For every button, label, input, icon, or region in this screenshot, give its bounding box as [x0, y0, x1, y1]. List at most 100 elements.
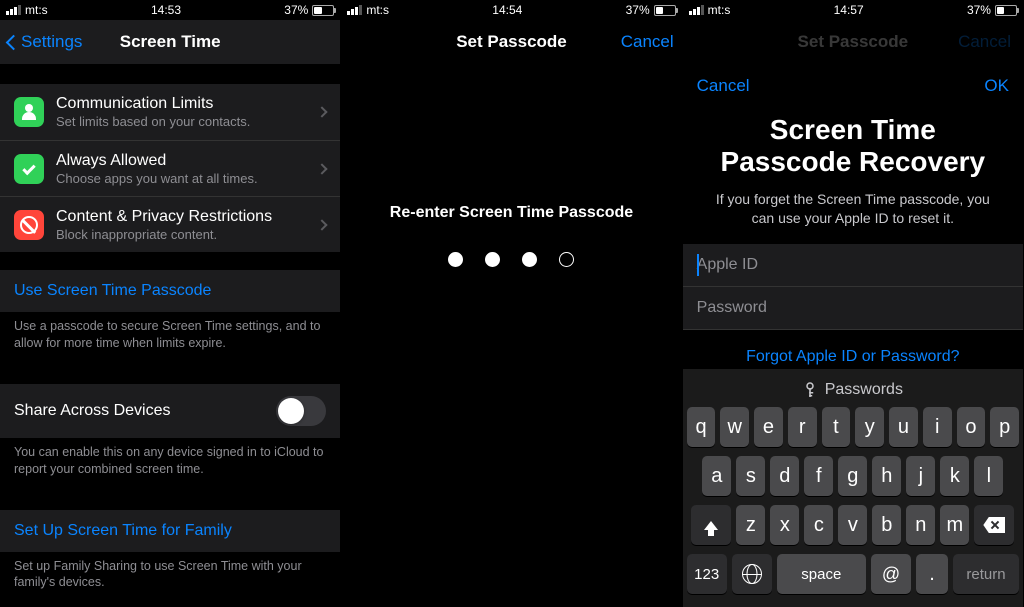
- key-d[interactable]: d: [770, 456, 799, 496]
- settings-list: Communication Limits Set limits based on…: [0, 84, 340, 607]
- share-across-devices-row[interactable]: Share Across Devices: [0, 384, 340, 438]
- recovery-desc: If you forget the Screen Time passcode, …: [683, 180, 1023, 244]
- footer-text: Use a passcode to secure Screen Time set…: [0, 312, 340, 366]
- nosign-icon: [14, 210, 44, 240]
- nav-bar: Settings Screen Time: [0, 20, 340, 64]
- row-communication-limits[interactable]: Communication Limits Set limits based on…: [0, 84, 340, 140]
- passcode-prompt: Re-enter Screen Time Passcode: [341, 204, 681, 222]
- key-p[interactable]: p: [990, 407, 1019, 447]
- row-title: Always Allowed: [56, 152, 306, 170]
- space-key[interactable]: space: [777, 554, 866, 594]
- key-m[interactable]: m: [940, 505, 969, 545]
- key-k[interactable]: k: [940, 456, 969, 496]
- key-w[interactable]: w: [720, 407, 749, 447]
- key-f[interactable]: f: [804, 456, 833, 496]
- recovery-title: Screen TimePasscode Recovery: [683, 108, 1023, 180]
- ok-button[interactable]: OK: [984, 76, 1009, 96]
- status-bar: mt:s 14:54 37%: [341, 0, 681, 20]
- clock: 14:53: [151, 3, 181, 17]
- back-button[interactable]: Settings: [8, 32, 82, 52]
- period-key[interactable]: .: [916, 554, 948, 594]
- shift-icon: [704, 521, 718, 530]
- passcode-dots: [341, 252, 681, 267]
- key-e[interactable]: e: [754, 407, 783, 447]
- carrier: mt:s: [25, 3, 48, 17]
- row-title: Content & Privacy Restrictions: [56, 208, 306, 226]
- person-icon: [14, 97, 44, 127]
- row-always-allowed[interactable]: Always Allowed Choose apps you want at a…: [0, 140, 340, 196]
- key-l[interactable]: l: [974, 456, 1003, 496]
- key-o[interactable]: o: [957, 407, 986, 447]
- key-x[interactable]: x: [770, 505, 799, 545]
- toggle-share[interactable]: [276, 396, 326, 426]
- key-r[interactable]: r: [788, 407, 817, 447]
- passcode-recovery-screen: mt:s 14:57 37% Set Passcode Cancel Cance…: [683, 0, 1024, 607]
- battery-pct: 37%: [626, 3, 650, 17]
- set-passcode-screen: mt:s 14:54 37% Set Passcode Cancel Re-en…: [341, 0, 682, 607]
- sheet-nav: Cancel OK: [683, 64, 1023, 108]
- signal-icon: [689, 5, 704, 15]
- key-b[interactable]: b: [872, 505, 901, 545]
- footer-text: You can enable this on any device signed…: [0, 438, 340, 492]
- key-h[interactable]: h: [872, 456, 901, 496]
- setup-family-button[interactable]: Set Up Screen Time for Family: [0, 510, 340, 552]
- placeholder: Password: [697, 299, 767, 316]
- keyboard: Passwords qwertyuiop asdfghjkl zxcvbnm 1…: [683, 369, 1023, 607]
- back-label: Settings: [21, 32, 82, 52]
- at-key[interactable]: @: [871, 554, 911, 594]
- screen-time-settings: mt:s 14:53 37% Settings Screen Time Comm…: [0, 0, 341, 607]
- placeholder: Apple ID: [697, 256, 758, 273]
- globe-key[interactable]: [732, 554, 772, 594]
- nav-bar: Set Passcode Cancel: [341, 20, 681, 64]
- password-field[interactable]: Password: [683, 287, 1023, 330]
- signal-icon: [6, 5, 21, 15]
- key-c[interactable]: c: [804, 505, 833, 545]
- backspace-key[interactable]: [974, 505, 1014, 545]
- row-subtitle: Set limits based on your contacts.: [56, 114, 306, 129]
- passcode-dot: [448, 252, 463, 267]
- key-icon: [803, 382, 817, 398]
- status-bar: mt:s 14:53 37%: [0, 0, 340, 20]
- backspace-icon: [983, 517, 1005, 533]
- use-passcode-button[interactable]: Use Screen Time Passcode: [0, 270, 340, 312]
- key-z[interactable]: z: [736, 505, 765, 545]
- key-u[interactable]: u: [889, 407, 918, 447]
- text-caret: [697, 254, 699, 276]
- link-label: Set Up Screen Time for Family: [14, 522, 232, 540]
- cancel-button[interactable]: Cancel: [697, 76, 750, 96]
- passcode-dot: [559, 252, 574, 267]
- battery-pct: 37%: [967, 3, 991, 17]
- passcode-dot: [485, 252, 500, 267]
- link-label: Use Screen Time Passcode: [14, 282, 211, 300]
- key-j[interactable]: j: [906, 456, 935, 496]
- row-subtitle: Choose apps you want at all times.: [56, 171, 306, 186]
- key-i[interactable]: i: [923, 407, 952, 447]
- battery-icon: [995, 5, 1017, 16]
- key-n[interactable]: n: [906, 505, 935, 545]
- background-nav: Set Passcode Cancel: [683, 20, 1023, 64]
- return-key[interactable]: return: [953, 554, 1019, 594]
- key-g[interactable]: g: [838, 456, 867, 496]
- key-t[interactable]: t: [822, 407, 851, 447]
- shift-key[interactable]: [691, 505, 731, 545]
- key-v[interactable]: v: [838, 505, 867, 545]
- battery-icon: [654, 5, 676, 16]
- forgot-link[interactable]: Forgot Apple ID or Password?: [683, 330, 1023, 372]
- autofill-label: Passwords: [825, 381, 903, 399]
- key-y[interactable]: y: [855, 407, 884, 447]
- key-s[interactable]: s: [736, 456, 765, 496]
- numbers-key[interactable]: 123: [687, 554, 727, 594]
- passcode-entry: Re-enter Screen Time Passcode: [341, 64, 681, 267]
- row-content-restrictions[interactable]: Content & Privacy Restrictions Block ina…: [0, 196, 340, 252]
- globe-icon: [742, 564, 762, 584]
- passcode-dot: [522, 252, 537, 267]
- clock: 14:57: [834, 3, 864, 17]
- key-q[interactable]: q: [687, 407, 716, 447]
- apple-id-field[interactable]: Apple ID: [683, 244, 1023, 287]
- cancel-button[interactable]: Cancel: [621, 32, 674, 52]
- autofill-bar[interactable]: Passwords: [687, 375, 1019, 407]
- row-title: Communication Limits: [56, 95, 306, 113]
- key-a[interactable]: a: [702, 456, 731, 496]
- clock: 14:54: [492, 3, 522, 17]
- chevron-right-icon: [317, 219, 328, 230]
